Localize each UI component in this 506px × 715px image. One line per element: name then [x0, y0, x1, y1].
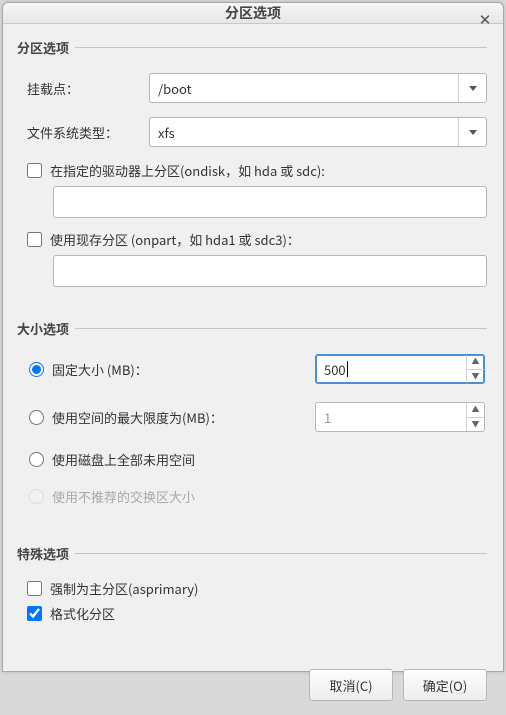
fstype-label: 文件系统类型： [27, 123, 145, 142]
asprimary-checkbox[interactable] [27, 581, 42, 596]
asprimary-label: 强制为主分区(asprimary) [50, 579, 198, 598]
ondisk-checkbox[interactable] [27, 163, 42, 178]
max-size-label: 使用空间的最大限度为(MB)： [52, 408, 307, 427]
spinner-up-icon[interactable]: ▲ [467, 355, 484, 370]
onpart-input[interactable] [53, 255, 487, 287]
special-options-group: 特殊选项 强制为主分区(asprimary) 格式化分区 [19, 544, 487, 629]
ondisk-label: 在指定的驱动器上分区(ondisk，如 hda 或 sdc): [50, 161, 325, 180]
fstype-value: xfs [158, 123, 175, 142]
max-size-radio[interactable] [29, 410, 44, 425]
all-space-label: 使用磁盘上全部未用空间 [52, 450, 195, 469]
dialog-content: 分区选项 挂载点： /boot 文件系统类型： xfs 在指定的驱动器上分区(o… [3, 24, 503, 659]
all-space-radio[interactable] [29, 452, 44, 467]
special-options-legend: 特殊选项 [17, 544, 75, 563]
onpart-checkbox[interactable] [27, 232, 42, 247]
ondisk-input[interactable] [53, 186, 487, 218]
window-title: 分区选项 [225, 3, 281, 23]
max-size-value: 1 [324, 408, 331, 427]
fixed-size-label: 固定大小 (MB)： [52, 360, 307, 379]
fixed-size-radio[interactable] [29, 362, 44, 377]
partition-options-group: 分区选项 挂载点： /boot 文件系统类型： xfs 在指定的驱动器上分区(o… [19, 38, 487, 299]
format-checkbox[interactable] [27, 606, 42, 621]
fstype-combo[interactable]: xfs [149, 117, 487, 147]
spinner-down-icon[interactable]: ▼ [467, 370, 484, 384]
mountpoint-value: /boot [158, 79, 192, 98]
text-cursor [347, 361, 348, 377]
partition-options-legend: 分区选项 [17, 38, 75, 57]
chevron-down-icon [458, 74, 486, 102]
size-options-group: 大小选项 固定大小 (MB)： 500 ▲ ▼ 使用空间的最大限度为(MB)： [19, 319, 487, 524]
onpart-label: 使用现存分区 (onpart，如 hda1 或 sdc3)： [50, 230, 300, 249]
fixed-size-spinner[interactable]: 500 ▲ ▼ [315, 354, 485, 384]
mountpoint-combo[interactable]: /boot [149, 73, 487, 103]
size-options-legend: 大小选项 [17, 319, 75, 338]
spinner-down-icon[interactable]: ▼ [467, 418, 484, 432]
close-button[interactable]: ✕ [475, 9, 495, 29]
chevron-down-icon [458, 118, 486, 146]
swap-size-radio [29, 489, 44, 504]
dialog-window: 分区选项 ✕ 分区选项 挂载点： /boot 文件系统类型： xfs [2, 2, 504, 672]
fixed-size-value: 500 [324, 360, 346, 379]
titlebar: 分区选项 ✕ [3, 3, 503, 24]
swap-size-label: 使用不推荐的交换区大小 [52, 487, 195, 506]
spinner-up-icon[interactable]: ▲ [467, 403, 484, 418]
button-row: 取消(C) 确定(O) [3, 659, 503, 715]
format-label: 格式化分区 [50, 604, 115, 623]
mountpoint-label: 挂载点： [27, 79, 145, 98]
max-size-spinner[interactable]: 1 ▲ ▼ [315, 402, 485, 432]
